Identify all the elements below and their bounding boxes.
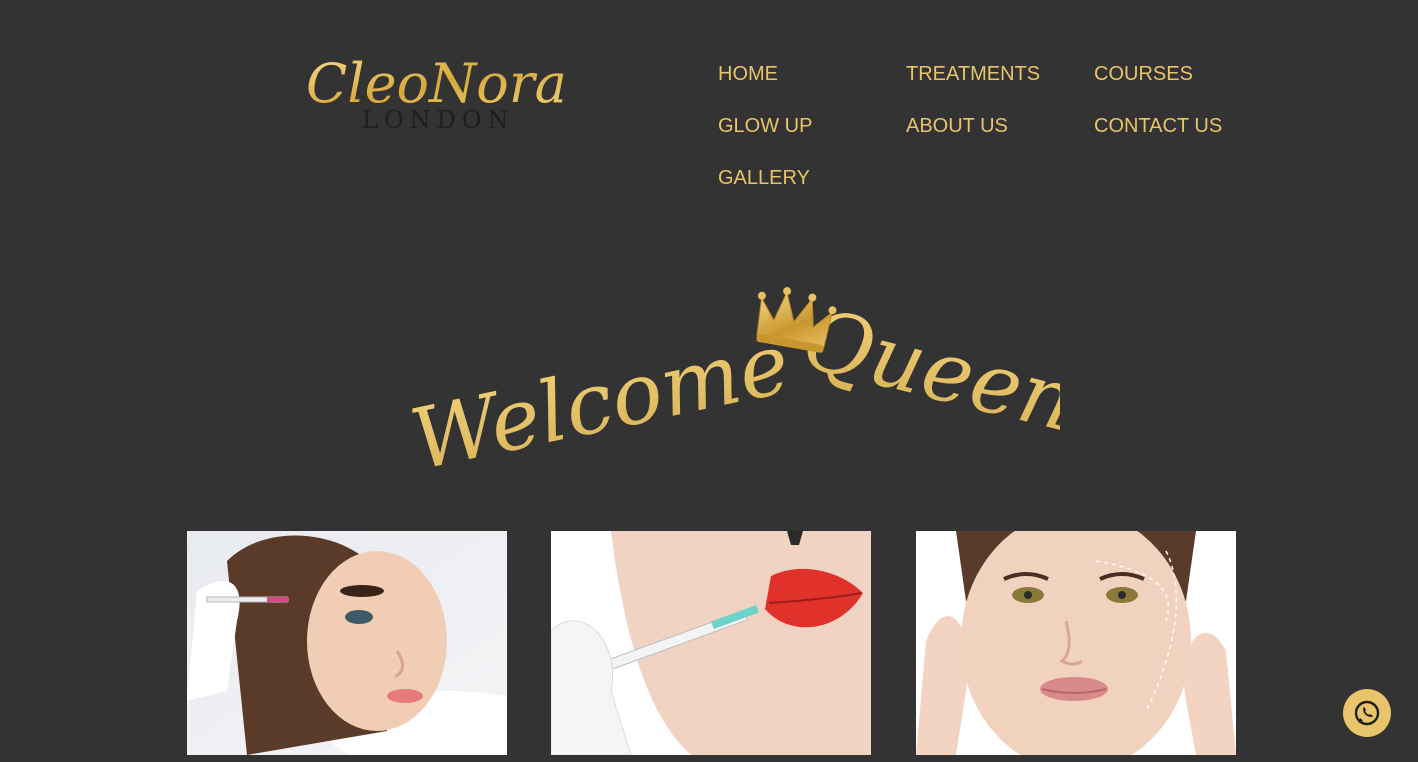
nav-item-treatments[interactable]: TREATMENTS <box>906 60 1094 112</box>
nav-item-courses[interactable]: COURSES <box>1094 60 1282 112</box>
page: CleoNora LONDON HOME TREATMENTS COURSES … <box>0 0 1418 762</box>
nav-item-home[interactable]: HOME <box>718 60 906 112</box>
whatsapp-icon <box>1354 700 1380 726</box>
logo-graphic: CleoNora LONDON <box>306 52 567 134</box>
nav-item-about-us[interactable]: ABOUT US <box>906 112 1094 164</box>
photo-face-contour-graphic <box>916 531 1236 755</box>
whatsapp-chat-button[interactable] <box>1343 689 1391 737</box>
hero-word-welcome: Welcome <box>403 314 798 470</box>
logo-sub-text: LONDON <box>362 106 515 134</box>
hero-heading-graphic: Welcome Queen <box>403 287 1085 489</box>
photo-lip-filler-graphic <box>551 531 871 755</box>
site-logo[interactable]: CleoNora LONDON <box>300 40 580 150</box>
face-contour-photo[interactable] <box>916 531 1236 755</box>
nav-item-glow-up[interactable]: GLOW UP <box>718 112 906 164</box>
nav-item-gallery[interactable]: GALLERY <box>718 164 906 216</box>
main-nav: HOME TREATMENTS COURSES GLOW UP ABOUT US… <box>718 60 1278 216</box>
treatment-gallery <box>187 531 1236 755</box>
forehead-injection-photo[interactable] <box>187 531 507 755</box>
hero-heading: Welcome Queen <box>380 270 1085 489</box>
lip-filler-photo[interactable] <box>551 531 871 755</box>
photo-forehead-injection-graphic <box>187 531 507 755</box>
nav-item-contact-us[interactable]: CONTACT US <box>1094 112 1282 164</box>
